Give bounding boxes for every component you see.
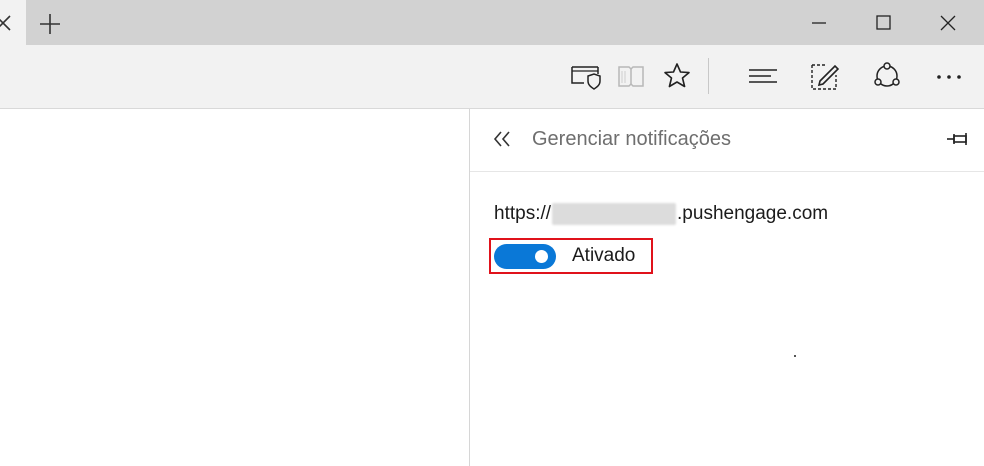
site-url-prefix: https://	[494, 203, 552, 224]
share-icon[interactable]	[870, 59, 904, 93]
stray-dot	[794, 355, 796, 357]
notifications-toggle[interactable]	[494, 244, 556, 269]
more-icon[interactable]	[932, 59, 966, 93]
double-chevron-left-icon[interactable]	[490, 127, 514, 151]
web-note-icon[interactable]	[808, 59, 842, 93]
web-page-content[interactable]	[0, 109, 469, 466]
site-url: https:// .pushengage.com	[494, 203, 828, 225]
close-icon[interactable]	[0, 12, 14, 34]
hub-icon[interactable]	[746, 59, 780, 93]
redacted-domain	[552, 203, 677, 225]
toggle-label: Ativado	[572, 245, 636, 266]
toolbar-divider	[708, 58, 709, 94]
maximize-icon[interactable]	[867, 8, 899, 38]
favorite-star-icon[interactable]	[660, 59, 694, 93]
minimize-icon[interactable]	[803, 8, 835, 38]
pin-icon[interactable]	[945, 127, 973, 151]
panel-title: Gerenciar notificações	[532, 128, 731, 150]
notifications-panel: Gerenciar notificações https:// .pusheng…	[469, 109, 984, 466]
panel-header: Gerenciar notificações	[470, 109, 984, 172]
close-icon[interactable]	[932, 8, 964, 38]
plus-icon[interactable]	[36, 10, 64, 38]
title-bar	[0, 0, 984, 45]
reading-view-shield-icon[interactable]	[568, 59, 602, 93]
toggle-knob	[535, 250, 548, 263]
browser-tab[interactable]	[0, 0, 26, 45]
book-icon[interactable]	[614, 59, 648, 93]
browser-toolbar	[0, 45, 984, 109]
site-url-suffix: .pushengage.com	[677, 203, 829, 224]
